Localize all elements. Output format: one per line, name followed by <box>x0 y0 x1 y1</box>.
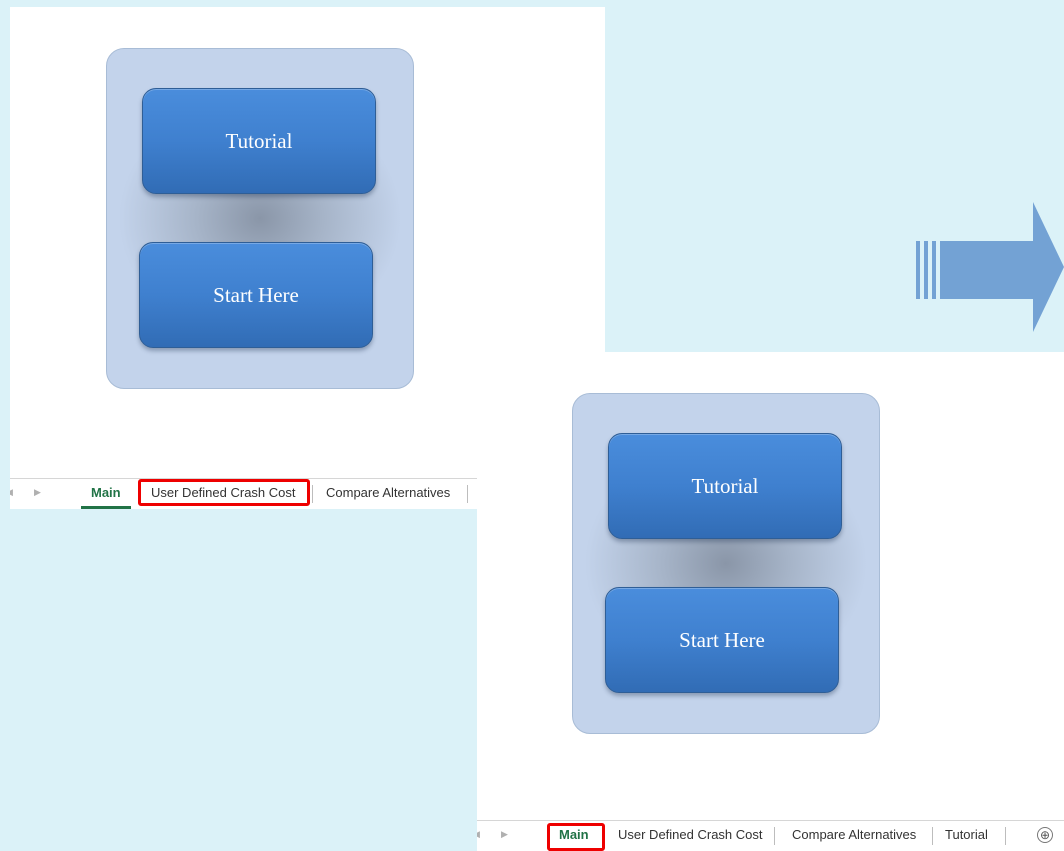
plus-circle-icon[interactable]: ⊕ <box>1037 827 1053 843</box>
menu-panel: Tutorial Start Here <box>572 393 880 734</box>
scroll-next-icon[interactable]: ▶ <box>34 487 41 498</box>
tab-user-defined-crash-cost[interactable]: User Defined Crash Cost <box>141 479 306 509</box>
tab-main[interactable]: Main <box>549 821 599 851</box>
scroll-next-icon[interactable]: ▶ <box>501 829 508 840</box>
scroll-prev-icon[interactable]: ◀ <box>477 829 480 840</box>
tab-separator <box>312 485 313 503</box>
tab-separator <box>1005 827 1006 845</box>
tab-compare-alternatives[interactable]: Compare Alternatives <box>782 821 926 851</box>
tab-tutorial[interactable]: Tutorial <box>935 821 998 851</box>
tutorial-button[interactable]: Tutorial <box>608 433 842 539</box>
start-here-button[interactable]: Start Here <box>605 587 839 693</box>
tab-compare-alternatives[interactable]: Compare Alternatives <box>316 479 460 509</box>
excel-sheet-main-view-2: Tutorial Start Here ◀ ▶ Main User Define… <box>477 352 1064 851</box>
tab-separator <box>467 485 468 503</box>
tab-separator <box>932 827 933 845</box>
tab-user-defined-crash-cost[interactable]: User Defined Crash Cost <box>608 821 773 851</box>
start-here-button[interactable]: Start Here <box>139 242 373 348</box>
tab-main[interactable]: Main <box>81 479 131 509</box>
tutorial-button[interactable]: Tutorial <box>142 88 376 194</box>
sheet-tab-bar: ◀ ▶ Main User Defined Crash Cost Compare… <box>477 820 1064 851</box>
menu-panel: Tutorial Start Here <box>106 48 414 389</box>
scroll-prev-icon[interactable]: ◀ <box>10 487 13 498</box>
right-block-arrow-icon <box>916 202 1064 332</box>
tab-separator <box>774 827 775 845</box>
